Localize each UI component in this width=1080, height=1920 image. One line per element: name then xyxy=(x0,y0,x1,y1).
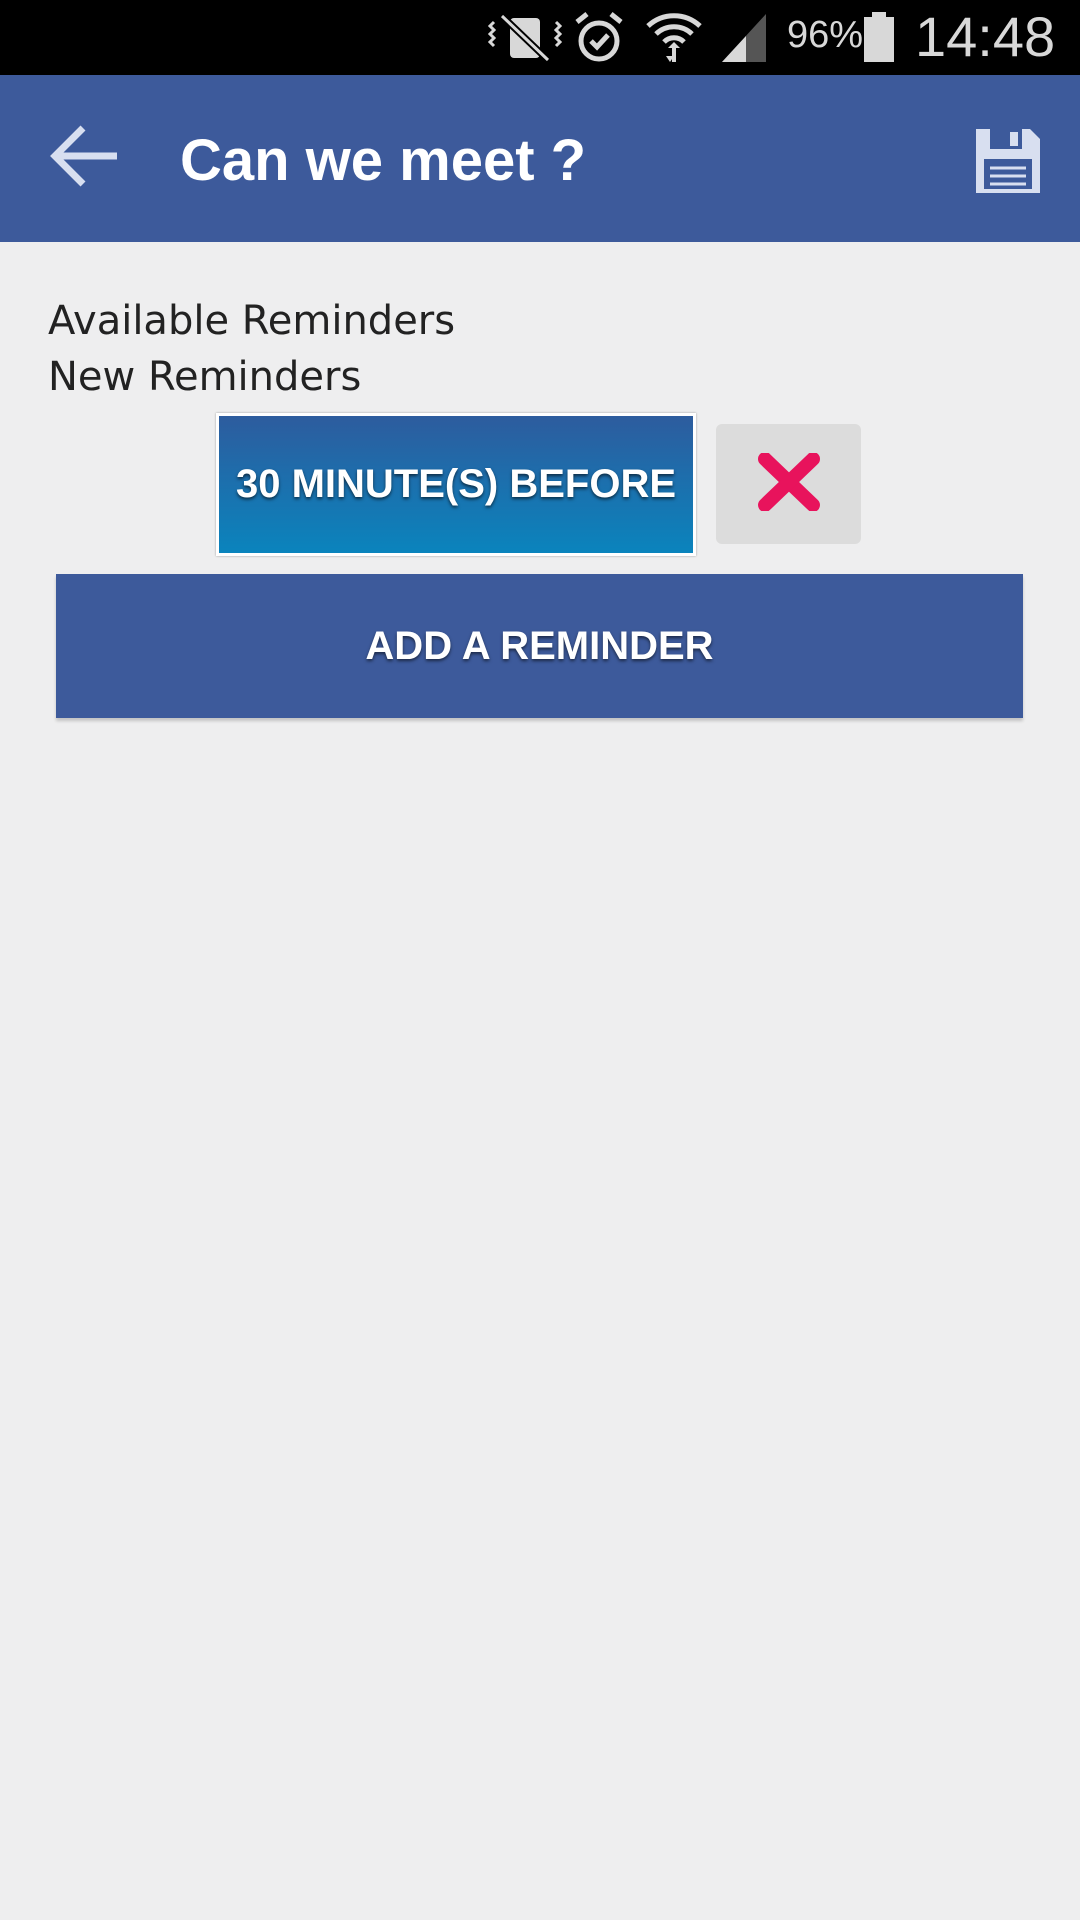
vibrate-mute-icon xyxy=(487,10,563,71)
wifi-icon xyxy=(644,10,704,71)
app-bar: Can we meet ? xyxy=(0,75,1080,242)
status-bar: 96% 14:48 xyxy=(0,0,1080,75)
available-reminders-label: Available Reminders xyxy=(48,298,456,344)
back-button[interactable] xyxy=(30,113,140,203)
status-clock: 14:48 xyxy=(915,5,1056,68)
save-button[interactable] xyxy=(966,121,1050,205)
battery-icon xyxy=(862,10,896,71)
arrow-left-icon xyxy=(49,124,121,193)
reminder-chip[interactable]: 30 MINUTE(S) BEFORE xyxy=(216,413,696,556)
battery-percent: 96% xyxy=(787,14,864,56)
alarm-icon xyxy=(572,10,626,71)
page-title: Can we meet ? xyxy=(180,128,587,193)
add-reminder-button[interactable]: ADD A REMINDER xyxy=(56,574,1023,718)
signal-icon xyxy=(718,10,770,71)
close-x-icon xyxy=(757,451,821,516)
delete-reminder-button[interactable] xyxy=(716,424,861,544)
new-reminders-label: New Reminders xyxy=(48,354,362,400)
floppy-disk-icon xyxy=(974,127,1042,200)
